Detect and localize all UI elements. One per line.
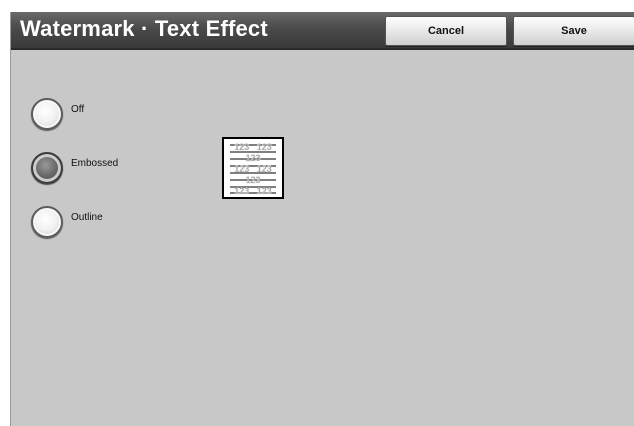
embossed-preview-icon: 123 123 123 123 123 123 123 123 (222, 137, 284, 199)
preview-row-5: 123 123 (234, 186, 272, 196)
preview-row-3: 123 123 (234, 164, 272, 174)
cancel-button[interactable]: Cancel (385, 16, 507, 46)
option-outline-label: Outline (71, 211, 103, 223)
radio-button-selected-icon[interactable] (31, 152, 63, 184)
preview-row-1: 123 123 (234, 142, 272, 152)
option-off[interactable]: Off (31, 96, 84, 132)
option-embossed-label: Embossed (71, 157, 119, 169)
preview-row-4: 123 (245, 175, 260, 185)
preview-row-2: 123 (245, 153, 260, 163)
text-effect-screen: Watermark · Text Effect Cancel Save Off … (10, 12, 634, 426)
header-bar: Watermark · Text Effect Cancel Save (11, 12, 634, 50)
option-outline[interactable]: Outline (31, 204, 103, 240)
save-button[interactable]: Save (513, 16, 634, 46)
page-title: Watermark · Text Effect (20, 16, 268, 41)
option-off-label: Off (71, 103, 85, 115)
radio-button-icon[interactable] (31, 98, 63, 130)
radio-button-icon[interactable] (31, 206, 63, 238)
option-embossed[interactable]: Embossed (31, 150, 118, 186)
